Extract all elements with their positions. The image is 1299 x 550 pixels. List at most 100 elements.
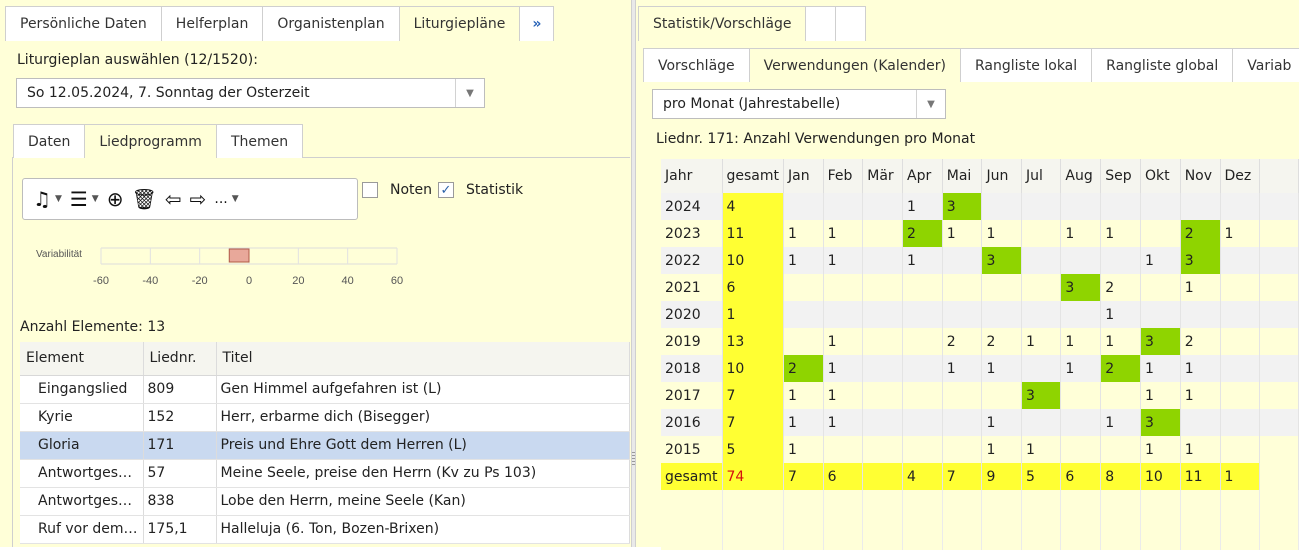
element-count: Anzahl Elemente: 13 (20, 319, 166, 335)
cell-month: 2 (1100, 274, 1141, 301)
table-row: 2020 1 1 (661, 301, 1299, 328)
cell-total: 7 (783, 463, 824, 490)
more-tabs-button[interactable]: » (519, 6, 555, 41)
col-header[interactable]: Okt (1140, 159, 1181, 193)
col-header[interactable]: Nov (1180, 159, 1221, 193)
cell-month (1021, 301, 1062, 328)
cell-empty (1259, 382, 1299, 409)
cell-total: 11 (1180, 463, 1221, 490)
tab-themen[interactable]: Themen (215, 124, 304, 158)
cell-month (862, 220, 904, 247)
noten-checkbox[interactable] (362, 182, 378, 198)
filter-icon: ☰ (69, 187, 88, 211)
cell-month: 3 (1140, 409, 1181, 436)
cell-empty (1259, 301, 1299, 328)
tab-statistik-vorschlaege[interactable]: Statistik/Vorschläge (638, 6, 807, 41)
col-header[interactable]: Jahr (661, 159, 723, 193)
add-element-button[interactable]: ⊕ (103, 179, 128, 219)
element-table-body: Eingangslied 809 Gen Himmel aufgefahren is… (20, 375, 630, 544)
col-header[interactable]: Jul (1021, 159, 1062, 193)
tab-empty-1[interactable] (805, 6, 837, 41)
cell-empty (783, 490, 824, 550)
tab-daten[interactable]: Daten (13, 124, 86, 158)
cell-month: 1 (1100, 328, 1141, 355)
previous-button[interactable]: ⇦ (161, 179, 186, 219)
table-row[interactable]: Antwortgesa... 838 Lobe den Herrn, meine S… (20, 487, 630, 516)
tab-vorschlaege[interactable]: Vorschläge (643, 48, 750, 82)
cell-total: 6 (1060, 463, 1102, 490)
tab-rangliste-global[interactable]: Rangliste global (1091, 48, 1234, 82)
variability-label: Variabilität (36, 249, 82, 260)
cell-month (1100, 193, 1141, 220)
variability-tick-label: 0 (246, 275, 252, 287)
table-row[interactable]: Gloria 171 Preis und Ehre Gott dem Herren … (20, 431, 630, 460)
col-liednr[interactable]: Liednr. (143, 342, 217, 376)
delete-element-button[interactable]: 🗑 (127, 179, 160, 219)
statistik-checkbox[interactable]: ✓ (438, 182, 454, 198)
cell-month (1220, 382, 1261, 409)
cell-month (1140, 274, 1181, 301)
col-header[interactable]: Jan (783, 159, 824, 193)
arrow-right-icon: ⇨ (189, 187, 207, 211)
tab-empty-2[interactable] (835, 6, 867, 41)
table-row[interactable]: Kyrie 152 Herr, erbarme dich (Bisegger) (20, 403, 630, 432)
cell-month (902, 436, 943, 463)
cell-element: Antwortgesa... (20, 487, 144, 516)
plan-select[interactable]: So 12.05.2024, 7. Sonntag der Osterzeit … (16, 78, 485, 108)
tab-rangliste-lokal[interactable]: Rangliste lokal (959, 48, 1093, 82)
next-button[interactable]: ⇨ (186, 179, 211, 219)
col-header[interactable]: Apr (902, 159, 943, 193)
cell-month (1060, 436, 1102, 463)
table-header: Jahr gesamt Jan Feb Mär Apr Mai Jun Jul Aug Sep Okt… (661, 159, 1299, 193)
col-titel[interactable]: Titel (216, 342, 630, 376)
tab-persoenliche-daten[interactable]: Persönliche Daten (5, 6, 162, 41)
cell-month: 1 (783, 247, 824, 274)
cell-month (1021, 274, 1062, 301)
music-menu-button[interactable]: ♫ ▼ (29, 179, 66, 219)
col-header[interactable]: Mär (862, 159, 904, 193)
col-element[interactable]: Element (20, 342, 144, 376)
cell-month: 3 (981, 247, 1023, 274)
col-header[interactable]: Aug (1060, 159, 1102, 193)
variability-tick-label: -20 (192, 275, 208, 287)
statistik-option: ✓ Statistik (438, 182, 523, 198)
table-row[interactable]: Eingangslied 809 Gen Himmel aufgefahren is… (20, 375, 630, 404)
tab-verwendungen-kalender[interactable]: Verwendungen (Kalender) (748, 48, 961, 82)
variability-tick-label: 20 (292, 275, 304, 287)
more-menu-button[interactable]: ... ▼ (210, 179, 242, 219)
col-header[interactable]: Mai (942, 159, 983, 193)
cell-liednr: 838 (143, 487, 217, 516)
cell-empty (1180, 490, 1221, 550)
tab-organistenplan[interactable]: Organistenplan (262, 6, 400, 41)
col-header[interactable]: gesamt (722, 159, 784, 193)
col-header[interactable]: Sep (1100, 159, 1141, 193)
arrow-left-icon: ⇦ (164, 187, 182, 211)
tab-liedprogramm[interactable]: Liedprogramm (84, 124, 217, 158)
chevron-down-icon[interactable]: ▼ (916, 90, 945, 118)
col-header[interactable]: Jun (981, 159, 1023, 193)
cell-month: 3 (1021, 382, 1062, 409)
cell-month (942, 247, 983, 274)
cell-titel: Gen Himmel aufgefahren ist (L) (216, 375, 630, 404)
chevron-down-icon[interactable]: ▼ (455, 79, 484, 107)
table-row[interactable]: Antwortgesa... 57 Meine Seele, preise den … (20, 459, 630, 488)
mode-select[interactable]: pro Monat (Jahrestabelle) ▼ (652, 89, 946, 119)
cell-month (1220, 409, 1261, 436)
cell-month (942, 436, 983, 463)
main-tab-bar: Persönliche Daten Helferplan Organistenp… (5, 6, 555, 41)
cell-month: 1 (1140, 355, 1181, 382)
col-header[interactable]: Dez (1220, 159, 1261, 193)
cell-month: 1 (1220, 220, 1261, 247)
cell-month (1140, 220, 1181, 247)
cell-total: 7 (722, 409, 784, 436)
col-header[interactable]: Feb (823, 159, 864, 193)
table-row[interactable]: Ruf vor dem ... 175,1 Halleluja (6. Ton, B… (20, 515, 630, 544)
cell-month: 1 (1100, 220, 1141, 247)
tab-variabilitaet[interactable]: Variab (1232, 48, 1299, 82)
filter-menu-button[interactable]: ☰ ▼ (66, 179, 103, 219)
cell-month (1220, 247, 1261, 274)
tab-helferplan[interactable]: Helferplan (160, 6, 264, 41)
cell-empty (1259, 328, 1299, 355)
cell-month: 1 (902, 193, 943, 220)
tab-liturgieplaene[interactable]: Liturgiepläne (398, 6, 521, 41)
